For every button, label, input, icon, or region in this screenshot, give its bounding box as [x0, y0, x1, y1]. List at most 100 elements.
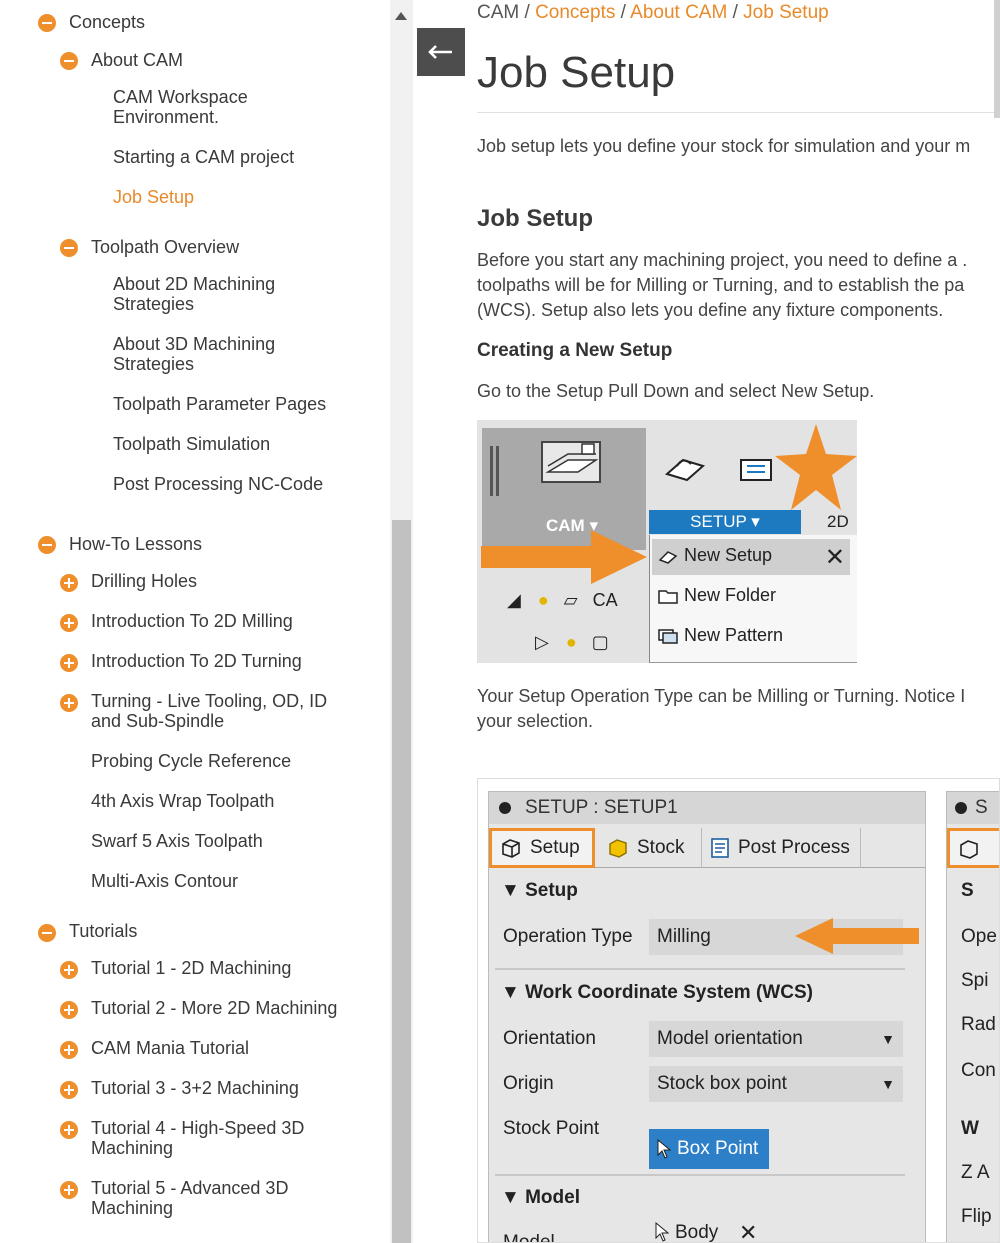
scroll-thumb[interactable]	[392, 520, 411, 1243]
origin-select[interactable]: Stock box point ▼	[649, 1066, 903, 1102]
nav-cam-workspace[interactable]: CAM Workspace Environment.	[113, 87, 283, 127]
setup-dialog: SETUP : SETUP1 Setup Stock Post Process …	[488, 791, 926, 1242]
setup-cube-icon	[502, 839, 520, 858]
collapse-icon[interactable]	[60, 239, 78, 257]
section-setup[interactable]: ▼ Setup	[501, 880, 578, 902]
nav-about-3d[interactable]: About 3D Machining Strategies	[113, 334, 313, 374]
post-process-icon	[711, 838, 729, 858]
orientation-select[interactable]: Model orientation ▼	[649, 1021, 903, 1057]
breadcrumb: CAM / Concepts / About CAM / Job Setup	[477, 2, 829, 23]
nav-swarf[interactable]: Swarf 5 Axis Toolpath	[91, 831, 263, 851]
nav-probing[interactable]: Probing Cycle Reference	[91, 751, 291, 771]
collapse-icon[interactable]	[38, 924, 56, 942]
nav-about-cam[interactable]: About CAM	[91, 50, 183, 70]
pattern-icon	[658, 628, 678, 644]
sidebar-scrollbar[interactable]	[390, 0, 413, 1243]
browser-tree-row: ▷ ● ▢	[535, 632, 609, 653]
collapse-triangle-icon[interactable]: ◢	[507, 590, 521, 610]
nav-tut3[interactable]: Tutorial 3 - 3+2 Machining	[91, 1078, 299, 1098]
nav-cam-mania[interactable]: CAM Mania Tutorial	[91, 1038, 249, 1058]
collapse-icon[interactable]	[60, 52, 78, 70]
section-heading: Job Setup	[477, 205, 594, 232]
section-wcs[interactable]: ▼ Work Coordinate System (WCS)	[501, 982, 813, 1004]
nav-tut1[interactable]: Tutorial 1 - 2D Machining	[91, 958, 291, 978]
nav-post-processing[interactable]: Post Processing NC-Code	[113, 474, 323, 494]
nav-intro-2d-milling[interactable]: Introduction To 2D Milling	[91, 611, 293, 631]
stock-point-label: Stock Point	[503, 1118, 600, 1139]
nav-multi-axis[interactable]: Multi-Axis Contour	[91, 871, 238, 891]
breadcrumb-about-cam[interactable]: About CAM	[630, 2, 727, 23]
tab-stock[interactable]: Stock	[599, 828, 697, 868]
setup-dropdown-tab[interactable]: SETUP ▾	[649, 510, 801, 534]
cam-icon	[541, 441, 601, 483]
scroll-up-arrow-icon[interactable]	[395, 12, 407, 20]
expand-icon[interactable]	[60, 1041, 78, 1059]
expand-icon[interactable]	[60, 1081, 78, 1099]
expand-triangle-icon[interactable]: ▷	[535, 632, 549, 652]
back-button[interactable]	[417, 28, 465, 76]
breadcrumb-concepts[interactable]: Concepts	[535, 2, 615, 23]
setup-menu-screenshot: CAM ▾ SETUP ▾ 2D New Setup ✕ New Folder …	[477, 420, 857, 663]
nav-concepts[interactable]: Concepts	[69, 12, 145, 32]
nav-tut2[interactable]: Tutorial 2 - More 2D Machining	[91, 998, 337, 1018]
menu-item-new-pattern[interactable]: New Pattern	[658, 625, 783, 646]
dropdown-caret-icon: ▼	[881, 1076, 895, 1092]
nav-toolpath-overview[interactable]: Toolpath Overview	[91, 237, 239, 257]
expand-icon[interactable]	[60, 614, 78, 632]
expand-icon[interactable]	[60, 1001, 78, 1019]
nav-toolpath-sim[interactable]: Toolpath Simulation	[113, 434, 270, 454]
nav-job-setup[interactable]: Job Setup	[113, 187, 194, 207]
expand-icon[interactable]	[60, 1181, 78, 1199]
content-scroll-thumb[interactable]	[994, 0, 1000, 118]
nav-fourth-axis[interactable]: 4th Axis Wrap Toolpath	[91, 791, 274, 811]
body-text-line: toolpaths will be for Milling or Turning…	[477, 275, 965, 295]
tab-post-process[interactable]: Post Process	[701, 828, 861, 868]
nav-toolpath-param[interactable]: Toolpath Parameter Pages	[113, 394, 326, 414]
expand-icon[interactable]	[60, 654, 78, 672]
expand-icon[interactable]	[60, 1121, 78, 1139]
expand-icon[interactable]	[60, 694, 78, 712]
body-icon: ▢	[591, 632, 609, 652]
menu-item-new-setup[interactable]: New Setup	[658, 545, 772, 566]
tab-setup[interactable]: Setup	[489, 828, 595, 868]
nav-tutorials[interactable]: Tutorials	[69, 921, 137, 941]
expand-icon[interactable]	[60, 574, 78, 592]
dropdown-caret-icon: ▼	[881, 1031, 895, 1047]
collapse-icon[interactable]	[38, 14, 56, 32]
breadcrumb-job-setup[interactable]: Job Setup	[743, 2, 829, 23]
model-selection[interactable]: Body	[649, 1222, 718, 1242]
collapse-dot-icon[interactable]	[499, 802, 511, 814]
menu-item-new-folder[interactable]: New Folder	[658, 585, 776, 606]
nav-tut5[interactable]: Tutorial 5 - Advanced 3D Machining	[91, 1178, 331, 1218]
collapse-icon[interactable]	[38, 536, 56, 554]
collapse-dot-icon[interactable]	[955, 802, 967, 814]
close-icon[interactable]: ✕	[825, 543, 845, 572]
box-point-button[interactable]: Box Point	[649, 1129, 769, 1169]
nav-howto[interactable]: How-To Lessons	[69, 534, 202, 554]
body-text-line: Before you start any machining project, …	[477, 250, 968, 270]
body-text-line: (WCS). Setup also lets you define any fi…	[477, 300, 944, 320]
cursor-icon	[657, 1139, 671, 1159]
clear-selection-icon[interactable]: ✕	[739, 1220, 757, 1242]
arrow-left-icon	[795, 918, 919, 954]
nav-about-2d[interactable]: About 2D Machining Strategies	[113, 274, 313, 314]
nav-intro-2d-turning[interactable]: Introduction To 2D Turning	[91, 651, 302, 671]
body-text-line: Go to the Setup Pull Down and select New…	[477, 381, 875, 401]
lightbulb-icon[interactable]: ●	[566, 632, 577, 652]
nav-starting-project[interactable]: Starting a CAM project	[113, 147, 294, 167]
nav-tut4[interactable]: Tutorial 4 - High-Speed 3D Machining	[91, 1118, 331, 1158]
setup-dialog-screenshot: SETUP : SETUP1 Setup Stock Post Process …	[477, 778, 1000, 1243]
body-text-line: your selection.	[477, 711, 594, 731]
expand-icon[interactable]	[60, 961, 78, 979]
nav-turning-live[interactable]: Turning - Live Tooling, OD, ID and Sub-S…	[91, 691, 351, 731]
2d-tab-label[interactable]: 2D	[827, 512, 849, 532]
dialog-header: SETUP : SETUP1	[489, 792, 925, 824]
tab-setup[interactable]	[947, 828, 999, 868]
page-title: Job Setup	[477, 48, 676, 97]
face-toolpath-icon	[740, 459, 772, 481]
section-model[interactable]: ▼ Model	[501, 1187, 580, 1209]
nav-drilling[interactable]: Drilling Holes	[91, 571, 197, 591]
lightbulb-icon[interactable]: ●	[538, 590, 549, 610]
breadcrumb-root[interactable]: CAM	[477, 2, 519, 23]
browser-tree-row: ◢ ● ▱ CA	[507, 590, 618, 610]
